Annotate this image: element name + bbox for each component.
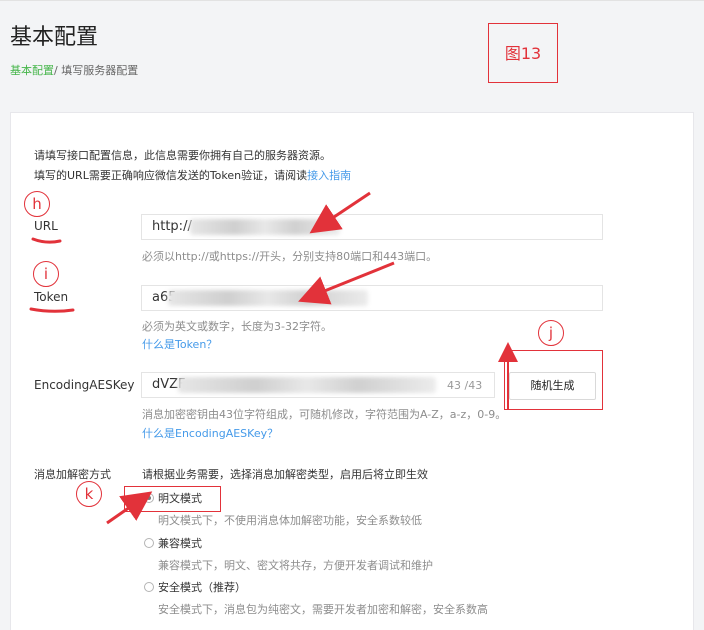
- arrow-url: [309, 191, 371, 234]
- arrow-token: [298, 261, 395, 305]
- underline-token: [29, 307, 75, 313]
- arrow-plaintext: [106, 491, 153, 525]
- underline-url: [31, 237, 62, 244]
- annotation-overlay: [29, 191, 518, 525]
